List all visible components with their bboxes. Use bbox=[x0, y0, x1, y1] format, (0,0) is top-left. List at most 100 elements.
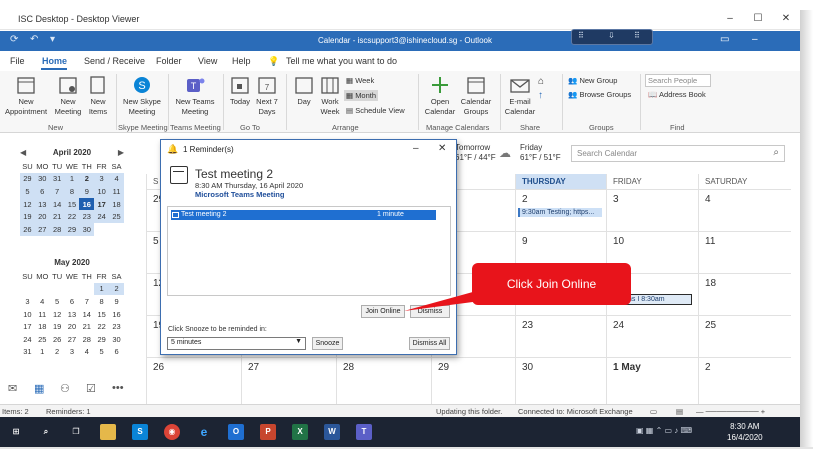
dialog-close-icon[interactable]: ✕ bbox=[438, 143, 446, 154]
normal-view-icon[interactable]: ▭ bbox=[650, 407, 657, 416]
mini-calendar-day[interactable]: 8 bbox=[94, 295, 109, 308]
address-book-button[interactable]: 📖 Address Book bbox=[648, 90, 706, 99]
mini-calendar-day[interactable]: 19 bbox=[20, 210, 35, 223]
mini-calendar-day[interactable]: 16 bbox=[79, 197, 95, 211]
calendar-day-cell[interactable]: 24 bbox=[606, 315, 698, 357]
mini-calendar-day[interactable]: 19 bbox=[50, 320, 65, 333]
mini-calendar-day[interactable]: 17 bbox=[20, 320, 35, 333]
calendar-day-cell[interactable]: 28 bbox=[336, 357, 431, 404]
undo-icon[interactable]: ↶ bbox=[30, 34, 38, 45]
windows-start-icon[interactable]: ⊞ bbox=[8, 424, 24, 440]
tab-home[interactable]: Home bbox=[42, 56, 67, 66]
calendar-groups-button[interactable]: Calendar Groups bbox=[458, 75, 494, 117]
window-minimize-icon[interactable]: – bbox=[752, 34, 758, 45]
browse-groups-button[interactable]: 👥 Browse Groups bbox=[568, 90, 631, 99]
zoom-slider[interactable]: — ────────── + bbox=[696, 407, 765, 416]
dismiss-button[interactable]: Dismiss bbox=[410, 305, 450, 318]
mini-calendar-day[interactable]: 9 bbox=[79, 185, 95, 198]
close-icon[interactable]: ✕ bbox=[778, 13, 794, 24]
share-icon[interactable]: ⌂ bbox=[538, 76, 544, 87]
new-group-button[interactable]: 👥 New Group bbox=[568, 76, 617, 85]
new-meeting-button[interactable]: New Meeting bbox=[52, 75, 84, 117]
mini-calendar-day[interactable]: 3 bbox=[65, 346, 80, 359]
maximize-icon[interactable]: ☐ bbox=[750, 13, 766, 24]
mini-calendar-day[interactable]: 26 bbox=[50, 333, 65, 346]
dialog-minimize-icon[interactable]: – bbox=[413, 143, 419, 154]
next-month-icon[interactable]: ▶ bbox=[118, 148, 124, 157]
people-nav-icon[interactable]: ⚇ bbox=[60, 382, 70, 395]
mini-calendar-day[interactable]: 15 bbox=[64, 197, 80, 211]
dismiss-all-button[interactable]: Dismiss All bbox=[409, 337, 450, 350]
teams-taskbar-icon[interactable]: T bbox=[356, 424, 372, 440]
month-view-button[interactable]: ▦ Month bbox=[344, 90, 379, 101]
today-button[interactable]: Today bbox=[227, 75, 253, 107]
calendar-day-cell[interactable]: 29 bbox=[431, 357, 515, 404]
mini-calendar-day[interactable]: 4 bbox=[109, 172, 124, 186]
schedule-view-button[interactable]: ▤ Schedule View bbox=[346, 106, 405, 115]
mini-calendar-day[interactable]: 5 bbox=[20, 185, 35, 198]
mini-calendar-day[interactable]: 4 bbox=[79, 346, 94, 359]
mini-calendar-day[interactable]: 20 bbox=[65, 320, 80, 333]
open-calendar-button[interactable]: Open Calendar bbox=[422, 75, 458, 117]
mini-calendar-day[interactable]: 23 bbox=[79, 210, 95, 223]
mini-calendar-day[interactable]: 29 bbox=[64, 222, 80, 236]
mini-calendar-day[interactable]: 12 bbox=[50, 308, 65, 321]
calendar-day-cell[interactable]: 3 bbox=[606, 189, 698, 231]
mini-calendar-day[interactable]: 22 bbox=[94, 320, 109, 333]
mini-calendar-day[interactable]: 21 bbox=[79, 320, 94, 333]
calendar-day-cell[interactable]: 11 bbox=[698, 231, 791, 273]
mini-calendar-day[interactable]: 6 bbox=[34, 185, 50, 198]
remote-session-toolbar[interactable]: ⠿ ⇩ ⠿ bbox=[571, 29, 653, 45]
calendar-day-cell[interactable]: 23 bbox=[515, 315, 606, 357]
snooze-select[interactable]: 5 minutes ▼ bbox=[167, 337, 306, 350]
mini-calendar-day[interactable]: 7 bbox=[79, 295, 94, 308]
more-icon[interactable]: ••• bbox=[112, 382, 124, 394]
mini-calendar-day[interactable]: 18 bbox=[109, 197, 124, 211]
mini-calendar-day[interactable]: 25 bbox=[109, 210, 124, 223]
tray-icons[interactable]: ▣ ▦ ⌃ ▭ ♪ ⌨ bbox=[636, 426, 692, 435]
outlook-taskbar-icon[interactable]: O bbox=[228, 424, 244, 440]
calendar-day-cell[interactable]: 2 bbox=[698, 357, 791, 404]
mini-calendar-day[interactable]: 24 bbox=[20, 333, 35, 346]
mini-calendar-day[interactable]: 14 bbox=[79, 308, 94, 321]
tab-view[interactable]: View bbox=[198, 56, 217, 66]
mini-calendar-day[interactable]: 5 bbox=[94, 346, 109, 359]
search-taskbar-icon[interactable]: ⌕ bbox=[38, 424, 54, 440]
calendar-event[interactable]: 9:30am Testing; https... bbox=[518, 208, 602, 217]
mini-calendar-day[interactable]: 17 bbox=[94, 197, 110, 211]
chrome-icon[interactable]: ◉ bbox=[164, 424, 180, 440]
mini-calendar-day[interactable]: 31 bbox=[20, 346, 35, 359]
restore-icon[interactable]: ▭ bbox=[720, 34, 729, 45]
search-people-input[interactable]: Search People bbox=[645, 74, 711, 87]
calendar-day-cell[interactable]: 25 bbox=[698, 315, 791, 357]
mini-calendar-day[interactable]: 10 bbox=[94, 185, 110, 198]
day-view-button[interactable]: Day bbox=[292, 75, 316, 107]
tab-folder[interactable]: Folder bbox=[156, 56, 182, 66]
search-calendar-input[interactable]: Search Calendar ⌕ bbox=[571, 145, 785, 162]
join-online-button[interactable]: Join Online bbox=[361, 305, 405, 318]
mini-calendar-day[interactable]: 21 bbox=[49, 210, 65, 223]
tab-file[interactable]: File bbox=[10, 56, 25, 66]
mini-calendar-day[interactable]: 9 bbox=[109, 295, 124, 308]
mini-calendar-day[interactable]: 8 bbox=[64, 185, 80, 198]
snooze-button[interactable]: Snooze bbox=[312, 337, 343, 350]
mini-calendar-day[interactable]: 11 bbox=[109, 185, 124, 198]
mini-calendar-day[interactable]: 13 bbox=[65, 308, 80, 321]
mini-calendar-day[interactable]: 24 bbox=[94, 210, 110, 223]
new-appointment-button[interactable]: New Appointment bbox=[4, 75, 48, 117]
new-skype-meeting-button[interactable]: S New Skype Meeting bbox=[120, 75, 164, 117]
mini-calendar-day[interactable]: 30 bbox=[79, 222, 95, 236]
mini-calendar-day[interactable]: 26 bbox=[20, 222, 35, 236]
mini-calendar-day[interactable]: 11 bbox=[35, 308, 50, 321]
quick-access-dropdown-icon[interactable]: ▾ bbox=[50, 34, 55, 45]
skype-taskbar-icon[interactable]: S bbox=[132, 424, 148, 440]
mini-calendar-day[interactable]: 27 bbox=[34, 222, 50, 236]
calendar-day-cell[interactable]: 27 bbox=[241, 357, 336, 404]
mini-calendar-day[interactable]: 20 bbox=[34, 210, 50, 223]
mini-calendar-day[interactable]: 3 bbox=[20, 295, 35, 308]
work-week-view-button[interactable]: Work Week bbox=[316, 75, 344, 117]
prev-month-icon[interactable]: ◀ bbox=[20, 148, 26, 157]
publish-icon[interactable]: ↑ bbox=[538, 90, 543, 101]
mini-calendar-day[interactable]: 16 bbox=[109, 308, 124, 321]
calendar-day-cell[interactable]: 30 bbox=[515, 357, 606, 404]
